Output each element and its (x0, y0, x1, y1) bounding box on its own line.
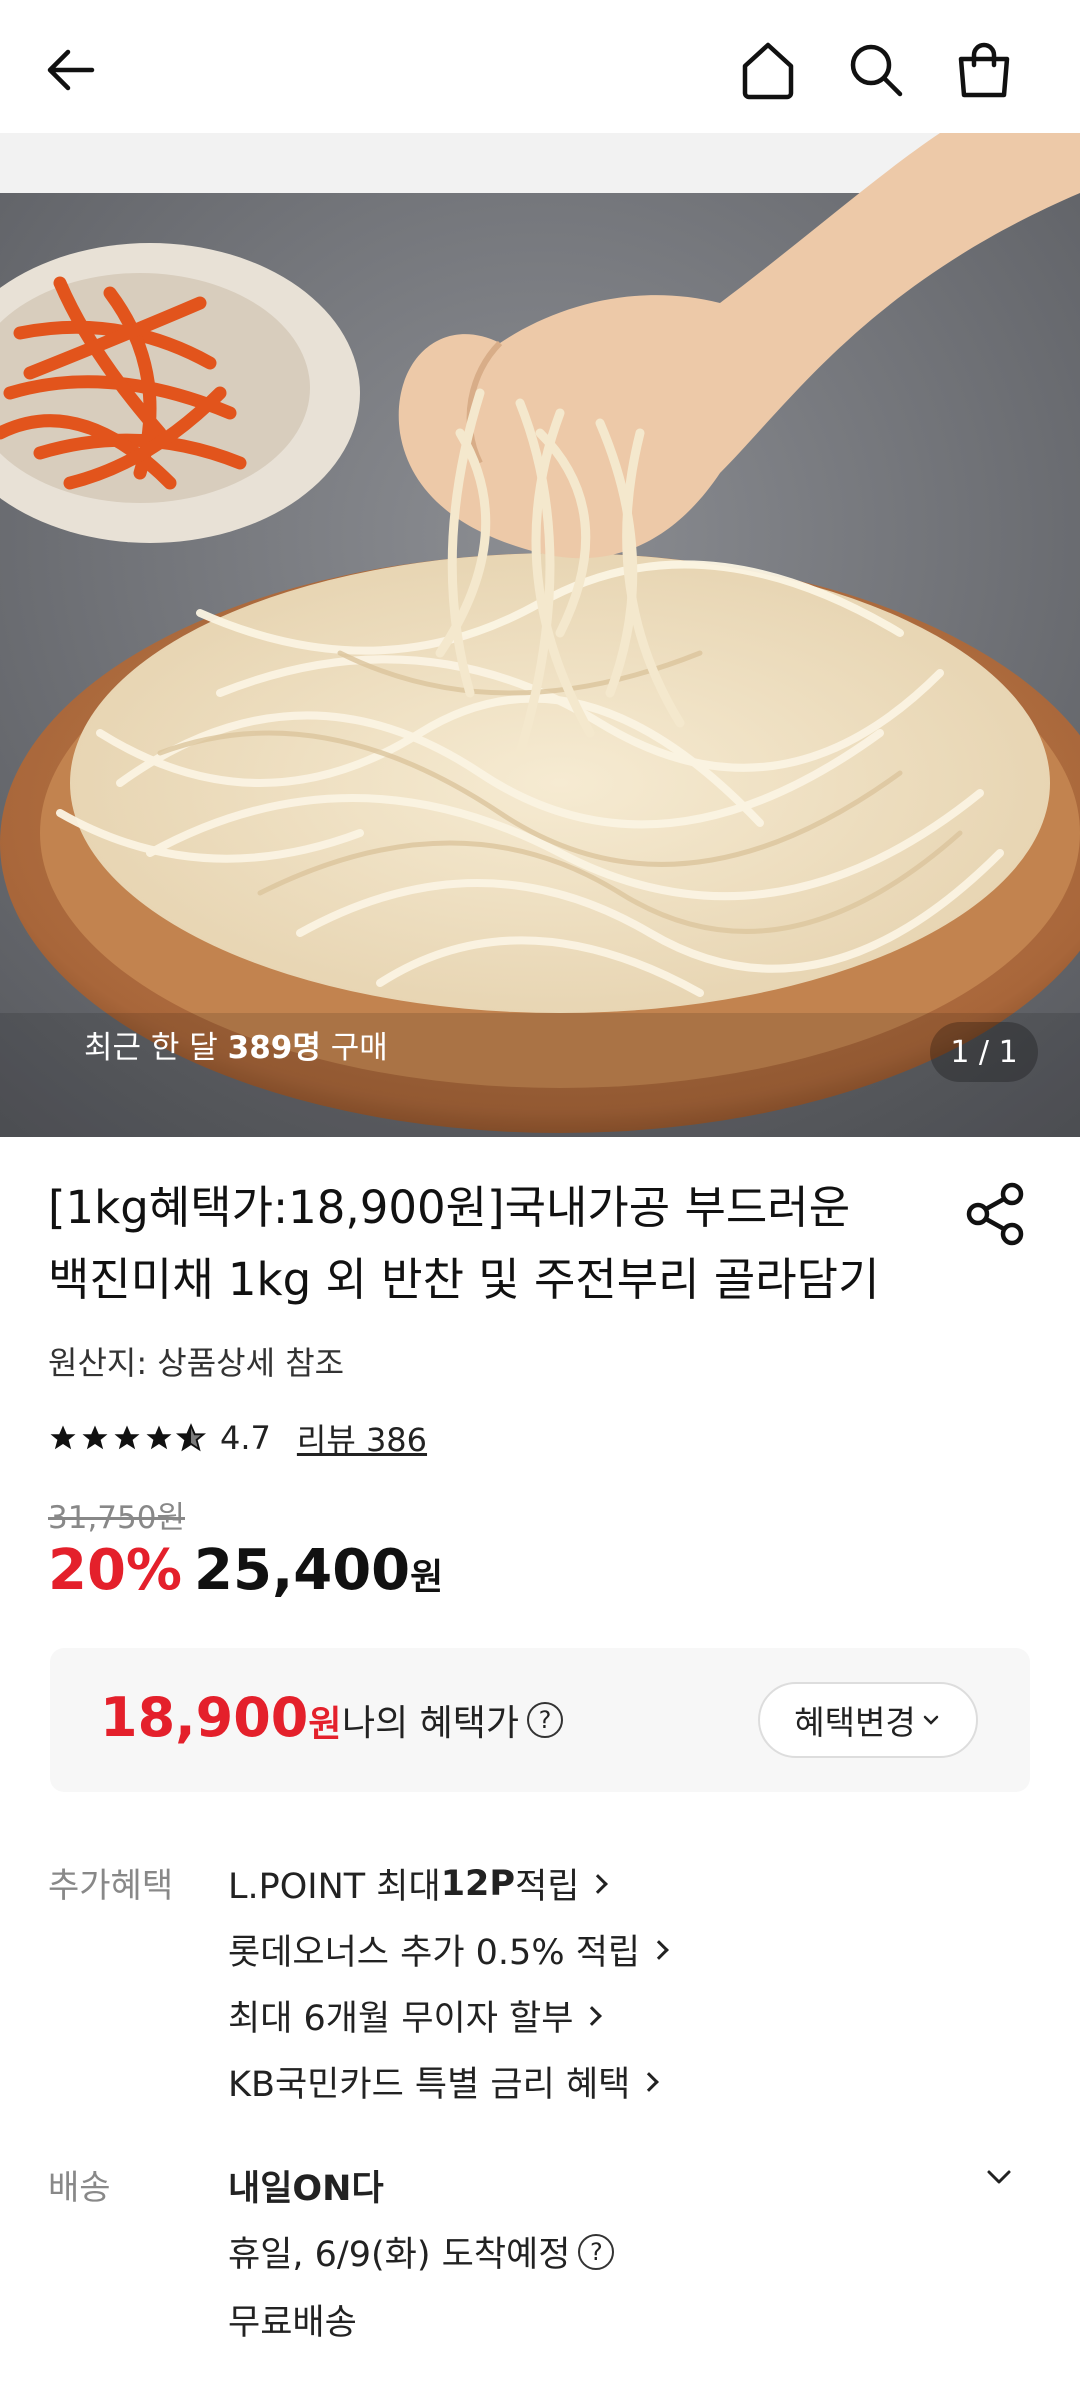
home-icon (742, 42, 794, 100)
rating-row: 4.7 리뷰 386 (48, 1412, 427, 1464)
benefit-item-lotte-owners[interactable]: 롯데오너스 추가 0.5% 적립 (228, 1924, 670, 1975)
star-half-icon (176, 1423, 206, 1452)
benefit-item-kb-card[interactable]: KB국민카드 특별 금리 혜택 (228, 2056, 660, 2107)
product-title: [1kg혜택가:18,900원]국내가공 부드러운 백진미채 1kg 외 반찬 … (48, 1172, 948, 1316)
cart-button[interactable] (936, 22, 1032, 118)
shipping-eta: 휴일, 6/9(화) 도착예정 ? (228, 2226, 615, 2277)
recent-suffix: 구매 (320, 1030, 388, 1066)
extra-benefits-label: 추가혜택 (48, 1866, 174, 1906)
chevron-right-icon (649, 1939, 670, 1960)
rating-stars (48, 1423, 206, 1453)
top-nav-bar (0, 0, 1080, 133)
price-line: 20% 25,400 원 (48, 1538, 443, 1603)
benefit-price-unit: 원 (308, 1704, 342, 1745)
help-icon[interactable]: ? (578, 2233, 615, 2270)
chevron-right-icon (639, 2071, 660, 2092)
star-icon (114, 1425, 140, 1450)
shipping-title-text: 내일ON다 (228, 2169, 384, 2209)
benefit-item-bold: 12P (440, 1863, 516, 1904)
product-title-line1: [1kg혜택가:18,900원]국내가공 부드러운 (48, 1181, 851, 1234)
chevron-right-icon (588, 1873, 609, 1894)
search-button[interactable] (828, 22, 924, 118)
sale-price: 25,400 (194, 1538, 411, 1603)
star-icon (82, 1425, 108, 1450)
benefit-item-text: L.POINT 최대 (228, 1867, 441, 1907)
my-benefit-box: 18,900 원 나의 혜택가 ? 혜택변경 (50, 1648, 1030, 1792)
product-title-line2: 백진미채 1kg 외 반찬 및 주전부리 골라담기 (48, 1253, 880, 1306)
benefit-change-button[interactable]: 혜택변경 (758, 1682, 978, 1758)
shipping-label: 배송 (48, 2168, 111, 2208)
benefit-item-text: 롯데오너스 추가 0.5% 적립 (228, 1933, 641, 1973)
benefit-item-text: KB국민카드 특별 금리 혜택 (228, 2065, 631, 2105)
benefit-label: 나의 혜택가 (342, 1703, 520, 1744)
chevron-down-icon (923, 1715, 938, 1725)
recent-purchase-badge: 최근 한 달 389명 구매 (84, 1022, 388, 1067)
sale-price-unit: 원 (410, 1557, 444, 1598)
benefit-change-label: 혜택변경 (794, 1703, 916, 1742)
shopping-bag-icon (958, 42, 1010, 98)
help-icon[interactable]: ? (527, 1702, 564, 1738)
chevron-right-icon (582, 2005, 603, 2026)
shipping-eta-text: 휴일, 6/9(화) 도착예정 (228, 2235, 571, 2275)
benefit-price: 18,900 원 (100, 1686, 342, 1749)
benefit-price-value: 18,900 (100, 1686, 309, 1749)
back-button[interactable] (24, 22, 120, 118)
share-button[interactable] (960, 1178, 1032, 1250)
origin-info: 원산지: 상품상세 참조 (48, 1344, 345, 1382)
benefit-label-wrap: 나의 혜택가 ? (342, 1694, 564, 1746)
share-icon (966, 1182, 1024, 1246)
shipping-fee-text: 무료배송 (228, 2303, 357, 2343)
benefit-item-text-post: 적립 (515, 1867, 580, 1907)
recent-count: 389명 (227, 1030, 321, 1066)
benefit-item-lpoint[interactable]: L.POINT 최대 12P 적립 (228, 1858, 609, 1909)
product-image-gallery[interactable] (0, 133, 1080, 1137)
star-icon (146, 1425, 172, 1450)
search-icon (850, 44, 903, 97)
arrow-left-icon (47, 49, 95, 91)
review-link[interactable]: 리뷰 386 (297, 1415, 427, 1461)
shipping-title: 내일ON다 (228, 2160, 384, 2211)
star-icon (50, 1425, 76, 1450)
chevron-down-icon[interactable] (984, 2162, 1014, 2192)
rating-value: 4.7 (220, 1419, 271, 1457)
home-button[interactable] (720, 22, 816, 118)
image-pager: 1 / 1 (930, 1022, 1038, 1082)
shipping-fee: 무료배송 (228, 2294, 357, 2345)
discount-rate: 20% (48, 1538, 183, 1603)
recent-prefix: 최근 한 달 (84, 1030, 228, 1066)
benefit-item-text: 최대 6개월 무이자 할부 (228, 1999, 574, 2039)
product-photo (0, 133, 1080, 1137)
benefit-item-installment[interactable]: 최대 6개월 무이자 할부 (228, 1990, 603, 2041)
original-price: 31,750원 (48, 1500, 185, 1536)
